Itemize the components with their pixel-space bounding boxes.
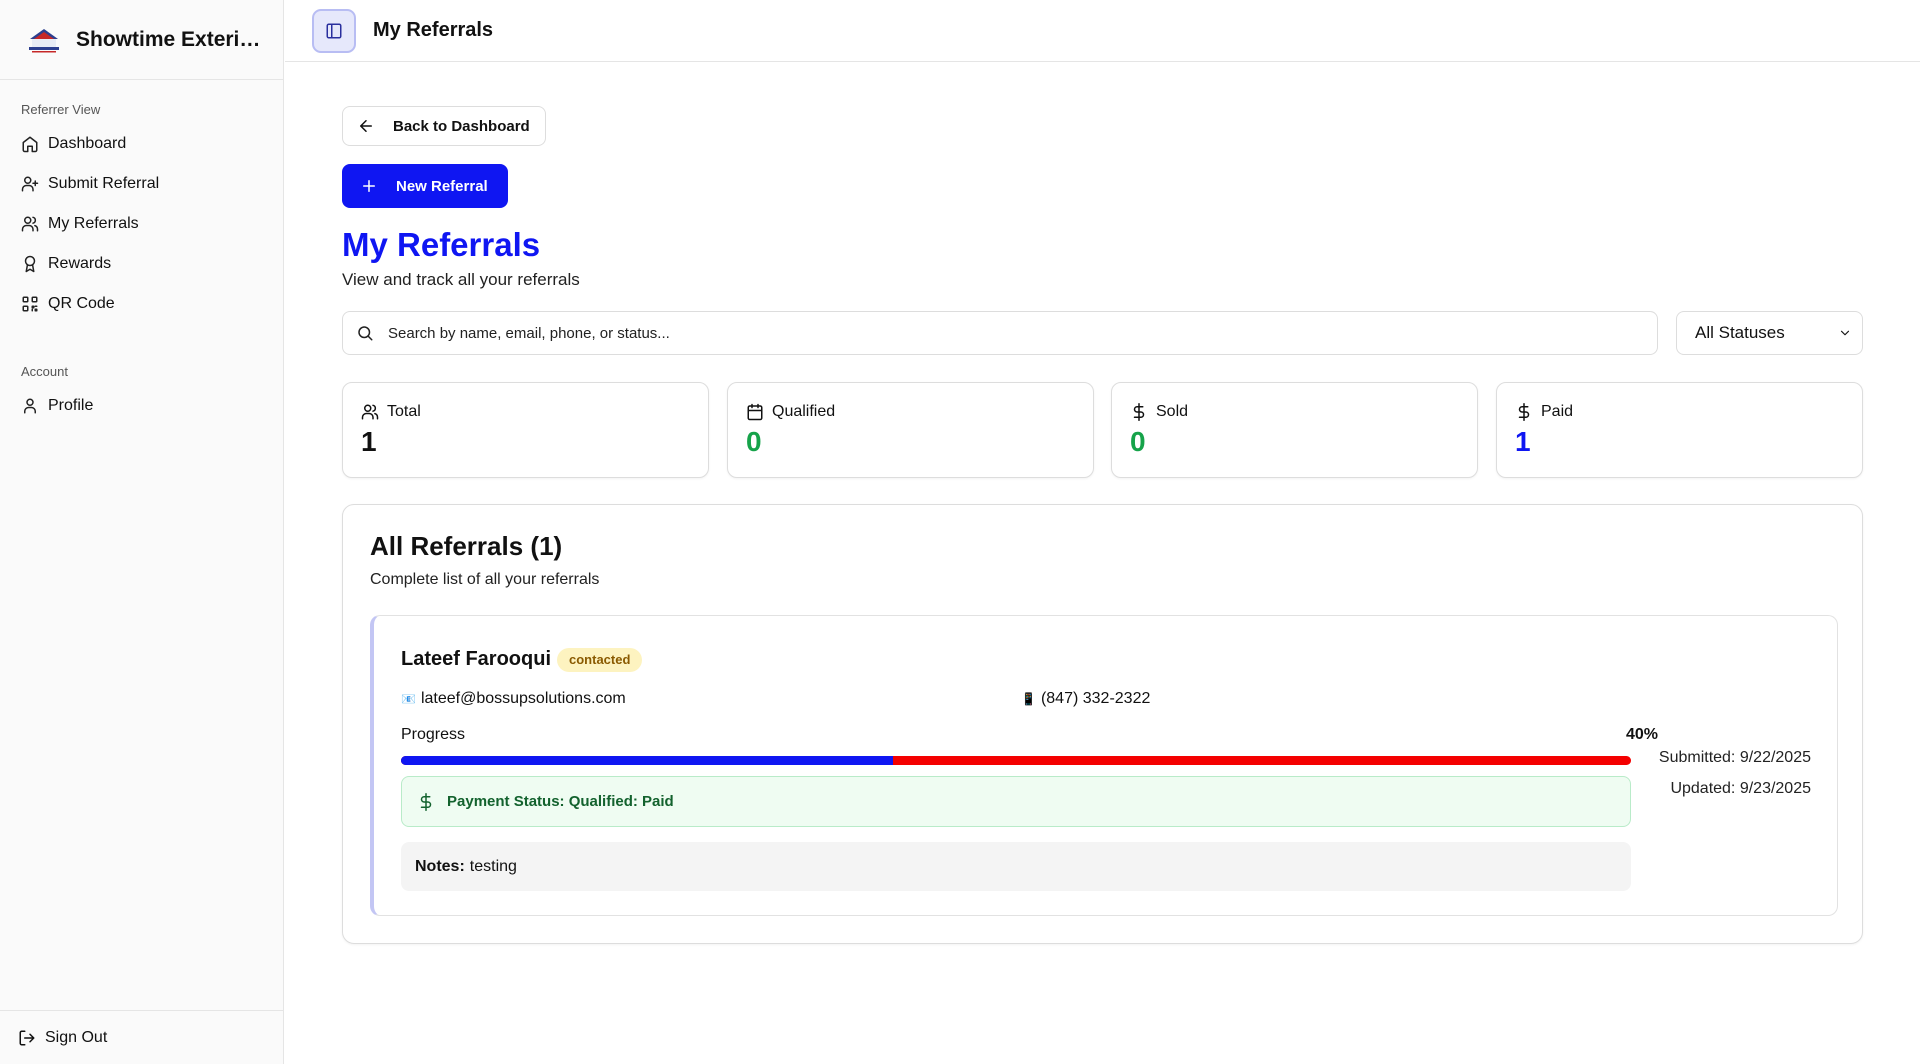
search-input[interactable] [388,324,1648,342]
referral-phone: (847) 332-2322 [1040,690,1151,707]
top-bar: My Referrals [285,0,1920,62]
progress-percent: 40% [1625,726,1658,743]
sign-out-button[interactable]: Sign Out [0,1010,283,1064]
stat-value: 0 [1130,426,1146,457]
sidebar-item-label: Submit Referral [48,175,160,192]
status-badge: contacted [557,648,643,672]
dollar-icon [417,792,435,811]
stat-label: Total [387,403,421,420]
phone-icon: 📱 [1021,692,1036,706]
list-title: All Referrals (1) [370,531,563,561]
referral-card[interactable]: Lateef Farooqui contacted 📧 lateef@bossu… [370,615,1838,916]
sidebar-toggle-button[interactable] [312,8,356,53]
referral-email-row: 📧 lateef@bossupsolutions.com [401,690,626,708]
qr-code-icon [21,295,39,313]
chevron-down-icon [1838,326,1852,340]
brand-name: Showtime Exterio... [76,27,266,51]
page-title: My Referrals [342,226,541,263]
notes-text: testing [469,857,517,875]
back-to-dashboard-button[interactable]: Back to Dashboard [342,106,546,146]
dollar-icon [1515,403,1533,421]
plus-icon [360,177,378,195]
stat-card-sold: Sold 0 [1111,382,1478,478]
sidebar: Showtime Exterio... Referrer View Dashbo… [0,0,284,1064]
new-referral-label: New Referral [396,177,488,195]
user-plus-icon [21,175,39,193]
nav-group-label-referrer: Referrer View [21,102,101,117]
sidebar-item-rewards[interactable]: Rewards [0,244,283,284]
log-out-icon [18,1029,36,1047]
sidebar-item-label: Rewards [48,255,112,272]
award-icon [21,255,39,273]
submitted-date: Submitted: 9/22/2025 [1658,749,1811,766]
stat-card-paid: Paid 1 [1496,382,1863,478]
panel-left-icon [325,22,343,40]
sidebar-item-dashboard[interactable]: Dashboard [0,124,283,164]
referrals-list-card: All Referrals (1) Complete list of all y… [342,504,1863,944]
sign-out-label: Sign Out [45,1028,108,1046]
users-icon [361,403,379,421]
sidebar-item-profile[interactable]: Profile [0,386,283,426]
payment-status-text: Payment Status: Qualified: Paid [447,793,674,810]
search-icon [356,324,374,342]
home-icon [21,135,39,153]
referral-phone-row: 📱 (847) 332-2322 [1021,690,1150,708]
users-icon [21,215,39,233]
status-filter-select[interactable]: All Statuses [1676,311,1863,355]
stat-label: Qualified [772,403,836,420]
progress-label: Progress [401,726,466,743]
referral-email: lateef@bossupsolutions.com [420,690,626,707]
header-title: My Referrals [373,19,494,41]
status-filter-value: All Statuses [1695,323,1785,342]
stat-label: Sold [1156,403,1189,420]
sidebar-item-qr-code[interactable]: QR Code [0,284,283,324]
dollar-icon [1130,403,1148,421]
referral-name: Lateef Farooqui [401,648,552,670]
email-icon: 📧 [401,692,416,706]
stat-label: Paid [1541,403,1574,420]
back-button-label: Back to Dashboard [393,117,530,135]
stat-value: 0 [746,426,762,457]
stat-value: 1 [1515,426,1531,457]
page-subtitle: View and track all your referrals [342,270,580,289]
sidebar-item-label: Dashboard [48,135,127,152]
notes-box: Notes: testing [401,842,1631,891]
sidebar-item-label: QR Code [48,295,115,312]
stat-card-total: Total 1 [342,382,709,478]
user-icon [21,397,39,415]
list-subtitle: Complete list of all your referrals [370,571,600,588]
arrow-left-icon [357,117,375,135]
new-referral-button[interactable]: New Referral [342,164,508,208]
sidebar-item-label: Profile [48,397,94,414]
sidebar-item-label: My Referrals [48,215,139,232]
payment-status-banner: Payment Status: Qualified: Paid [401,776,1631,827]
progress-bar-fill [401,756,893,765]
sidebar-item-my-referrals[interactable]: My Referrals [0,204,283,244]
company-logo-icon [26,25,62,55]
stat-value: 1 [361,426,377,457]
sidebar-item-submit-referral[interactable]: Submit Referral [0,164,283,204]
calendar-icon [746,403,764,421]
stat-card-qualified: Qualified 0 [727,382,1094,478]
notes-label: Notes: [415,857,465,875]
brand[interactable]: Showtime Exterio... [0,0,283,80]
nav-group-label-account: Account [21,364,68,379]
referral-dates: Submitted: 9/22/2025 Updated: 9/23/2025 [1659,742,1811,804]
updated-date: Updated: 9/23/2025 [1670,780,1811,797]
progress-bar [401,756,1631,765]
search-box [342,311,1658,355]
